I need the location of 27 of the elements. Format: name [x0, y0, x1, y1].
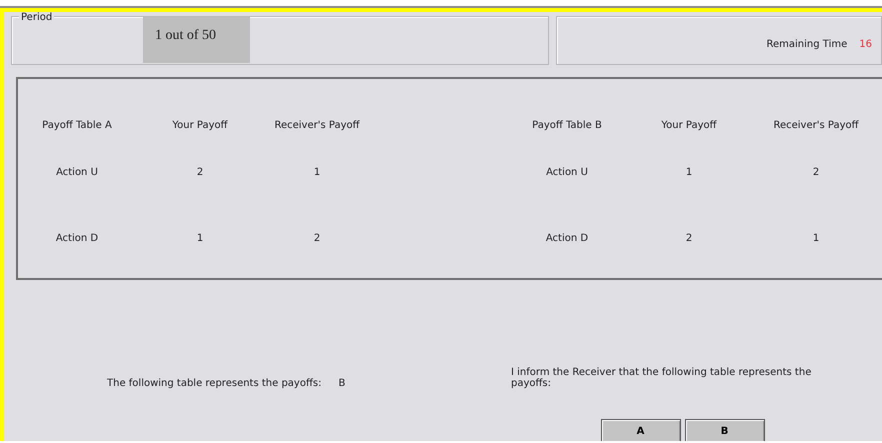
choice-button[interactable]: B	[684, 419, 764, 441]
payoff-statement: The following table represents the payoffs:	[107, 378, 322, 391]
table-cell-text: Action D	[56, 232, 98, 246]
table-cell-text: 2	[686, 232, 692, 246]
column-header: Your Payoff	[661, 119, 717, 133]
inform-prompt: I inform the Receiver that the following table represents the payoffs:	[511, 367, 812, 389]
table-cell-text: 1	[314, 166, 320, 180]
column-header: Receiver's Payoff	[274, 119, 360, 133]
period-label: Period	[19, 12, 54, 23]
column-header: Payoff Table B	[532, 119, 602, 133]
table-cell-text: 1	[812, 232, 820, 246]
choice-button[interactable]: A	[600, 419, 680, 441]
table-cell-text: 1	[196, 232, 204, 246]
table-cell-text: Action U	[56, 166, 98, 180]
remaining-time-label: Remaining Time	[766, 39, 848, 50]
table-cell-text: 1	[686, 166, 692, 180]
table-cell-text: 2	[196, 166, 204, 180]
table-cell-text: Action U	[546, 166, 588, 180]
table-cell-text: 2	[812, 166, 820, 180]
actual-table-value: B	[338, 378, 346, 391]
table-cell-text: 2	[314, 232, 320, 246]
column-header: Receiver's Payoff	[773, 119, 859, 133]
table-cell-text: Action D	[546, 232, 588, 246]
period-value: 1 out of 50	[143, 17, 250, 63]
column-header: Your Payoff	[172, 119, 228, 133]
column-header: Payoff Table A	[42, 119, 112, 133]
remaining-time-value: 16	[859, 39, 872, 50]
